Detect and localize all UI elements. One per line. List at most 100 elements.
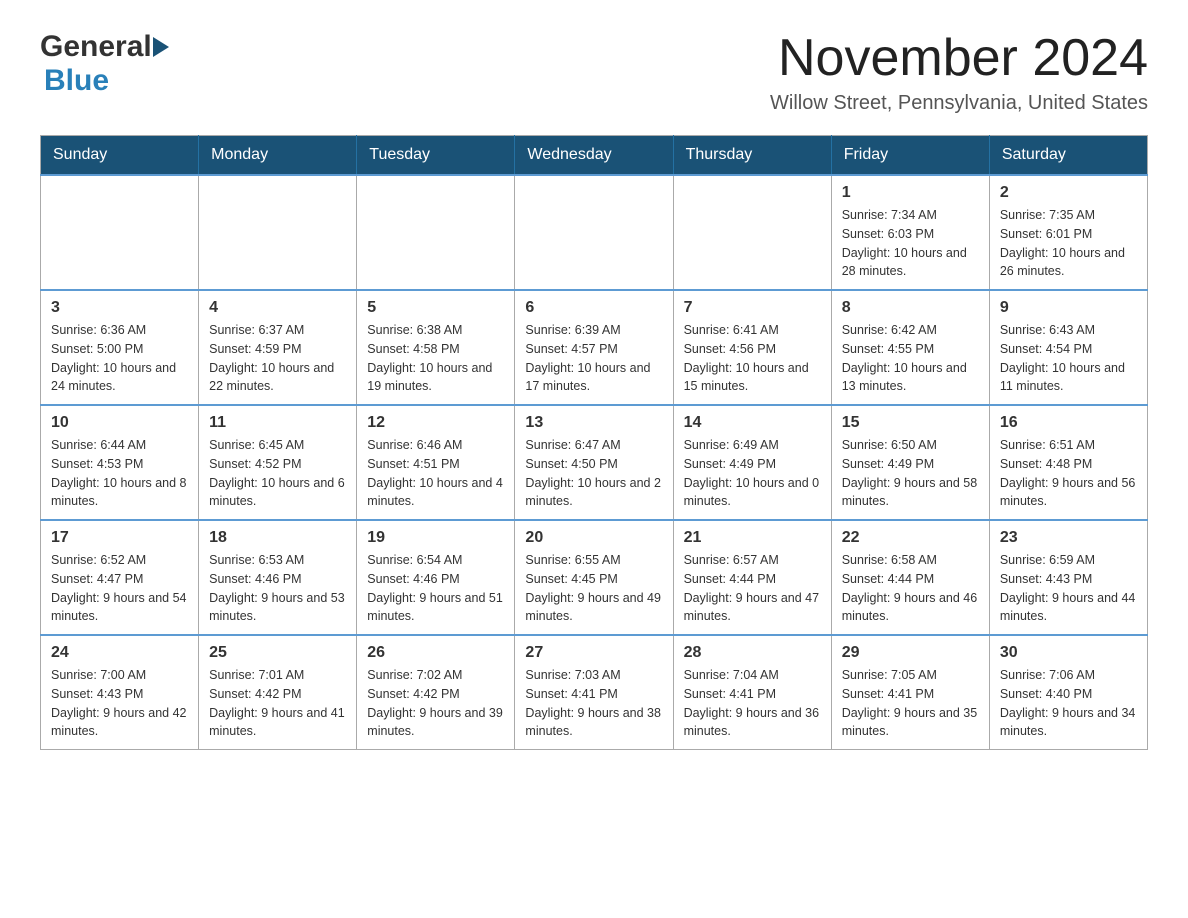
day-info: Sunrise: 6:50 AM Sunset: 4:49 PM Dayligh… [842,436,979,511]
calendar-cell: 19 Sunrise: 6:54 AM Sunset: 4:46 PM Dayli… [357,520,515,635]
day-info: Sunrise: 6:52 AM Sunset: 4:47 PM Dayligh… [51,551,188,626]
calendar-cell: 18 Sunrise: 6:53 AM Sunset: 4:46 PM Dayli… [199,520,357,635]
calendar-week-3: 10 Sunrise: 6:44 AM Sunset: 4:53 PM Dayli… [41,405,1148,520]
logo: General Blue [40,30,170,98]
calendar-cell: 17 Sunrise: 6:52 AM Sunset: 4:47 PM Dayli… [41,520,199,635]
day-info: Sunrise: 7:03 AM Sunset: 4:41 PM Dayligh… [525,666,662,741]
day-number: 23 [1000,529,1137,547]
day-number: 14 [684,414,821,432]
month-title: November 2024 [770,30,1148,87]
day-number: 13 [525,414,662,432]
calendar-week-4: 17 Sunrise: 6:52 AM Sunset: 4:47 PM Dayli… [41,520,1148,635]
calendar-cell: 26 Sunrise: 7:02 AM Sunset: 4:42 PM Dayli… [357,635,515,750]
day-number: 6 [525,299,662,317]
day-info: Sunrise: 6:39 AM Sunset: 4:57 PM Dayligh… [525,321,662,396]
calendar-table: SundayMondayTuesdayWednesdayThursdayFrid… [40,135,1148,750]
day-number: 24 [51,644,188,662]
calendar-week-2: 3 Sunrise: 6:36 AM Sunset: 5:00 PM Daylig… [41,290,1148,405]
day-number: 3 [51,299,188,317]
day-number: 26 [367,644,504,662]
day-info: Sunrise: 6:47 AM Sunset: 4:50 PM Dayligh… [525,436,662,511]
calendar-cell: 3 Sunrise: 6:36 AM Sunset: 5:00 PM Daylig… [41,290,199,405]
logo-blue-text: Blue [44,64,109,98]
calendar-cell [41,175,199,290]
location-title: Willow Street, Pennsylvania, United Stat… [770,92,1148,115]
day-info: Sunrise: 6:53 AM Sunset: 4:46 PM Dayligh… [209,551,346,626]
calendar-header-thursday: Thursday [673,136,831,176]
calendar-header-monday: Monday [199,136,357,176]
day-info: Sunrise: 6:46 AM Sunset: 4:51 PM Dayligh… [367,436,504,511]
day-number: 19 [367,529,504,547]
day-info: Sunrise: 6:37 AM Sunset: 4:59 PM Dayligh… [209,321,346,396]
day-info: Sunrise: 7:05 AM Sunset: 4:41 PM Dayligh… [842,666,979,741]
calendar-cell: 23 Sunrise: 6:59 AM Sunset: 4:43 PM Dayli… [989,520,1147,635]
day-number: 21 [684,529,821,547]
day-number: 17 [51,529,188,547]
day-info: Sunrise: 6:38 AM Sunset: 4:58 PM Dayligh… [367,321,504,396]
day-info: Sunrise: 7:00 AM Sunset: 4:43 PM Dayligh… [51,666,188,741]
calendar-cell: 16Sunrise: 6:51 AM Sunset: 4:48 PM Dayli… [989,405,1147,520]
day-info: Sunrise: 6:51 AM Sunset: 4:48 PM Dayligh… [1000,436,1137,511]
calendar-cell [673,175,831,290]
day-info: Sunrise: 6:45 AM Sunset: 4:52 PM Dayligh… [209,436,346,511]
calendar-cell: 28Sunrise: 7:04 AM Sunset: 4:41 PM Dayli… [673,635,831,750]
calendar-cell: 11 Sunrise: 6:45 AM Sunset: 4:52 PM Dayli… [199,405,357,520]
day-number: 27 [525,644,662,662]
day-info: Sunrise: 6:55 AM Sunset: 4:45 PM Dayligh… [525,551,662,626]
day-info: Sunrise: 7:06 AM Sunset: 4:40 PM Dayligh… [1000,666,1137,741]
day-number: 9 [1000,299,1137,317]
calendar-cell: 20 Sunrise: 6:55 AM Sunset: 4:45 PM Dayli… [515,520,673,635]
day-number: 4 [209,299,346,317]
calendar-cell: 7Sunrise: 6:41 AM Sunset: 4:56 PM Daylig… [673,290,831,405]
day-info: Sunrise: 7:01 AM Sunset: 4:42 PM Dayligh… [209,666,346,741]
day-number: 2 [1000,184,1137,202]
day-number: 22 [842,529,979,547]
calendar-cell: 4 Sunrise: 6:37 AM Sunset: 4:59 PM Daylig… [199,290,357,405]
day-number: 20 [525,529,662,547]
day-info: Sunrise: 6:54 AM Sunset: 4:46 PM Dayligh… [367,551,504,626]
day-number: 10 [51,414,188,432]
calendar-cell: 10 Sunrise: 6:44 AM Sunset: 4:53 PM Dayli… [41,405,199,520]
calendar-cell [515,175,673,290]
calendar-cell: 24 Sunrise: 7:00 AM Sunset: 4:43 PM Dayli… [41,635,199,750]
calendar-cell: 30 Sunrise: 7:06 AM Sunset: 4:40 PM Dayli… [989,635,1147,750]
calendar-header-friday: Friday [831,136,989,176]
calendar-header-row: SundayMondayTuesdayWednesdayThursdayFrid… [41,136,1148,176]
day-info: Sunrise: 6:57 AM Sunset: 4:44 PM Dayligh… [684,551,821,626]
day-info: Sunrise: 6:41 AM Sunset: 4:56 PM Dayligh… [684,321,821,396]
day-info: Sunrise: 7:34 AM Sunset: 6:03 PM Dayligh… [842,206,979,281]
calendar-cell: 13 Sunrise: 6:47 AM Sunset: 4:50 PM Dayli… [515,405,673,520]
day-number: 11 [209,414,346,432]
day-info: Sunrise: 6:43 AM Sunset: 4:54 PM Dayligh… [1000,321,1137,396]
calendar-cell [199,175,357,290]
day-info: Sunrise: 7:02 AM Sunset: 4:42 PM Dayligh… [367,666,504,741]
day-number: 5 [367,299,504,317]
day-number: 15 [842,414,979,432]
title-section: November 2024 Willow Street, Pennsylvani… [770,30,1148,115]
calendar-week-5: 24 Sunrise: 7:00 AM Sunset: 4:43 PM Dayli… [41,635,1148,750]
day-info: Sunrise: 6:42 AM Sunset: 4:55 PM Dayligh… [842,321,979,396]
day-info: Sunrise: 6:44 AM Sunset: 4:53 PM Dayligh… [51,436,188,511]
page-header: General Blue November 2024 Willow Street… [40,30,1148,115]
calendar-cell: 29 Sunrise: 7:05 AM Sunset: 4:41 PM Dayli… [831,635,989,750]
day-number: 30 [1000,644,1137,662]
day-info: Sunrise: 6:59 AM Sunset: 4:43 PM Dayligh… [1000,551,1137,626]
day-info: Sunrise: 7:04 AM Sunset: 4:41 PM Dayligh… [684,666,821,741]
calendar-header-sunday: Sunday [41,136,199,176]
calendar-cell: 8Sunrise: 6:42 AM Sunset: 4:55 PM Daylig… [831,290,989,405]
calendar-cell: 27 Sunrise: 7:03 AM Sunset: 4:41 PM Dayli… [515,635,673,750]
day-info: Sunrise: 6:36 AM Sunset: 5:00 PM Dayligh… [51,321,188,396]
calendar-header-wednesday: Wednesday [515,136,673,176]
calendar-week-1: 1 Sunrise: 7:34 AM Sunset: 6:03 PM Daylig… [41,175,1148,290]
calendar-header-tuesday: Tuesday [357,136,515,176]
calendar-header-saturday: Saturday [989,136,1147,176]
calendar-cell: 5 Sunrise: 6:38 AM Sunset: 4:58 PM Daylig… [357,290,515,405]
day-info: Sunrise: 6:49 AM Sunset: 4:49 PM Dayligh… [684,436,821,511]
logo-arrow-icon [153,37,169,57]
day-number: 29 [842,644,979,662]
calendar-cell: 9 Sunrise: 6:43 AM Sunset: 4:54 PM Daylig… [989,290,1147,405]
day-number: 1 [842,184,979,202]
calendar-cell [357,175,515,290]
day-number: 18 [209,529,346,547]
calendar-cell: 22Sunrise: 6:58 AM Sunset: 4:44 PM Dayli… [831,520,989,635]
